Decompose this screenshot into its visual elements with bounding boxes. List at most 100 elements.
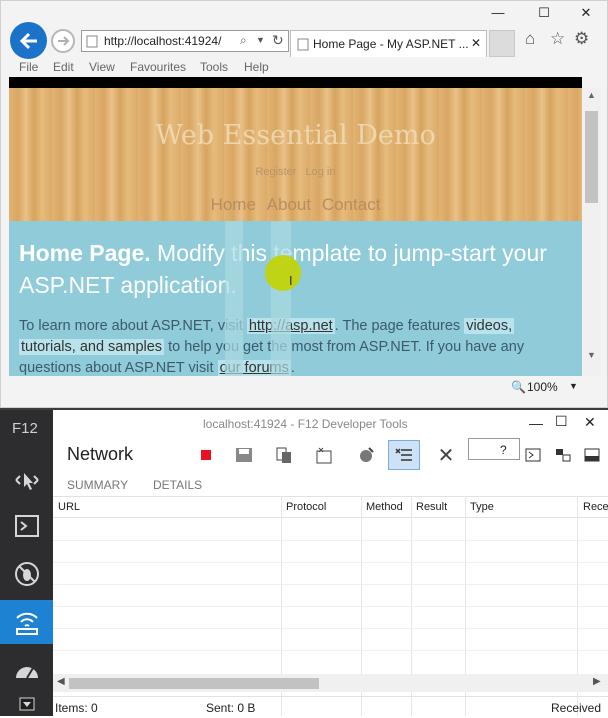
featured-body: To learn more about ASP.NET, visit http:…	[19, 316, 574, 376]
menu-favourites[interactable]: Favourites	[130, 60, 186, 74]
menu-file[interactable]: File	[19, 60, 38, 74]
clear-on-navigate-button[interactable]	[388, 440, 420, 470]
console-toggle-button[interactable]	[517, 440, 549, 470]
back-button[interactable]	[10, 22, 47, 59]
clear-cache-button[interactable]	[268, 440, 300, 470]
search-icon[interactable]: ⌕	[240, 33, 247, 48]
panel-title: Network	[67, 444, 134, 464]
settings-gear-icon[interactable]: ⚙	[574, 29, 589, 49]
devtools-minimize[interactable]: —	[529, 415, 543, 431]
scroll-up-icon[interactable]: ▲	[587, 90, 596, 100]
clear-cache-icon	[276, 447, 291, 463]
devtools-maximize[interactable]: ☐	[555, 413, 568, 430]
devtools-status-bar: Items: 0 Sent: 0 B Received	[53, 696, 608, 718]
horizontal-scrollbar[interactable]: ◀ ▶	[53, 674, 608, 692]
menu-tools[interactable]: Tools	[200, 60, 228, 74]
hover-highlight	[225, 221, 243, 376]
broom-icon	[360, 447, 374, 462]
browser-tab[interactable]: Home Page - My ASP.NET ... ✕	[290, 30, 487, 57]
forward-arrow-icon	[58, 36, 70, 46]
address-url: http://localhost:41924/	[104, 34, 222, 48]
col-received[interactable]: Rece	[583, 501, 608, 513]
find-input[interactable]	[468, 438, 520, 460]
refresh-icon[interactable]: ↻	[272, 32, 284, 49]
dropdown-icon[interactable]: ▼	[256, 35, 265, 45]
main-nav: Home About Contact	[9, 195, 582, 215]
network-icon[interactable]	[0, 600, 53, 644]
menu-view[interactable]: View	[89, 60, 115, 74]
devtools-sidebar: F12	[0, 410, 53, 716]
forward-button[interactable]	[51, 29, 75, 53]
maximize-button[interactable]: ☐	[529, 3, 559, 23]
body-text-2: . The page features	[334, 318, 461, 334]
web-page: Web Essential Demo Register Log in Home …	[9, 88, 582, 376]
hscroll-thumb[interactable]	[69, 678, 319, 689]
login-link[interactable]: Log in	[306, 166, 336, 178]
tab-close-icon[interactable]: ✕	[471, 36, 481, 50]
stop-icon	[201, 450, 211, 460]
dock-icon	[584, 448, 600, 462]
console-small-icon	[525, 448, 541, 462]
grid-line	[53, 584, 608, 585]
favorites-star-icon[interactable]: ☆	[550, 29, 565, 49]
featured-section: Home Page. Modify this template to jump-…	[9, 221, 582, 376]
zoom-dropdown-icon[interactable]: ▼	[569, 381, 578, 391]
dock-bottom-button[interactable]	[576, 440, 608, 470]
export-button[interactable]	[228, 440, 260, 470]
body-text-4: .	[290, 360, 295, 376]
register-link[interactable]: Register	[255, 166, 296, 178]
items-count: Items: 0	[55, 701, 98, 715]
scrollbar-thumb[interactable]	[585, 111, 598, 203]
undock-button[interactable]	[547, 440, 579, 470]
grid-line	[53, 628, 608, 629]
performance-icon[interactable]	[0, 648, 53, 692]
nav-about[interactable]: About	[267, 195, 311, 214]
menu-help[interactable]: Help	[244, 60, 269, 74]
devtools-titlebar: localhost:41924 - F12 Developer Tools — …	[53, 410, 608, 438]
cursor-highlight	[265, 255, 301, 291]
sent-bytes: Sent: 0 B	[206, 701, 256, 715]
videos-chip: videos,	[464, 318, 515, 334]
account-links: Register Log in	[9, 166, 582, 178]
save-icon	[236, 448, 252, 462]
address-bar[interactable]: http://localhost:41924/ ⌕ ▼ ↻	[81, 30, 289, 52]
tutorials-chip: tutorials, and samples	[19, 339, 165, 355]
devtools-close[interactable]: ✕	[584, 414, 596, 431]
console-icon[interactable]	[0, 504, 53, 548]
site-title[interactable]: Web Essential Demo	[9, 120, 582, 151]
scroll-left-icon[interactable]: ◀	[57, 676, 65, 687]
zoom-icon[interactable]: 🔍	[511, 380, 526, 394]
close-button[interactable]: ✕	[571, 3, 601, 23]
f12-label: F12	[12, 420, 38, 437]
new-tab-button[interactable]	[489, 30, 515, 57]
tab-summary[interactable]: SUMMARY	[67, 478, 128, 492]
clear-cookies-button[interactable]	[308, 440, 340, 470]
clear-cookies-icon	[316, 447, 332, 464]
clear-entries-button[interactable]	[350, 440, 382, 470]
zoom-level[interactable]: 100%	[527, 380, 558, 394]
dom-explorer-icon[interactable]	[0, 458, 53, 502]
menu-bar: File Edit View Favourites Tools Help	[1, 57, 607, 77]
minimize-button[interactable]: —	[483, 3, 513, 23]
hover-highlight	[271, 221, 291, 376]
browser-window: — ☐ ✕ http://localhost:41924/ ⌕ ▼ ↻ Home…	[0, 0, 608, 408]
menu-edit[interactable]: Edit	[53, 60, 74, 74]
text-cursor-icon: I	[289, 273, 293, 288]
scroll-down-icon[interactable]: ▼	[587, 350, 596, 360]
more-tools-icon[interactable]	[0, 692, 53, 716]
tab-details[interactable]: DETAILS	[153, 478, 202, 492]
site-top-bar	[9, 77, 582, 88]
nav-home[interactable]: Home	[211, 195, 256, 214]
stop-profiling-button[interactable]	[190, 440, 222, 470]
help-icon[interactable]: ?	[500, 443, 507, 457]
nav-contact[interactable]: Contact	[322, 195, 381, 214]
debugger-icon[interactable]	[0, 552, 53, 596]
grid-line	[53, 606, 608, 607]
subtab-bar: SUMMARY DETAILS	[53, 472, 608, 496]
back-arrow-icon	[19, 32, 37, 49]
scroll-right-icon[interactable]: ▶	[593, 676, 601, 687]
site-header: Web Essential Demo Register Log in Home …	[9, 88, 582, 221]
home-icon[interactable]: ⌂	[525, 29, 535, 49]
tab-title: Home Page - My ASP.NET ...	[313, 37, 469, 51]
clear-button[interactable]: ✕	[430, 440, 462, 470]
